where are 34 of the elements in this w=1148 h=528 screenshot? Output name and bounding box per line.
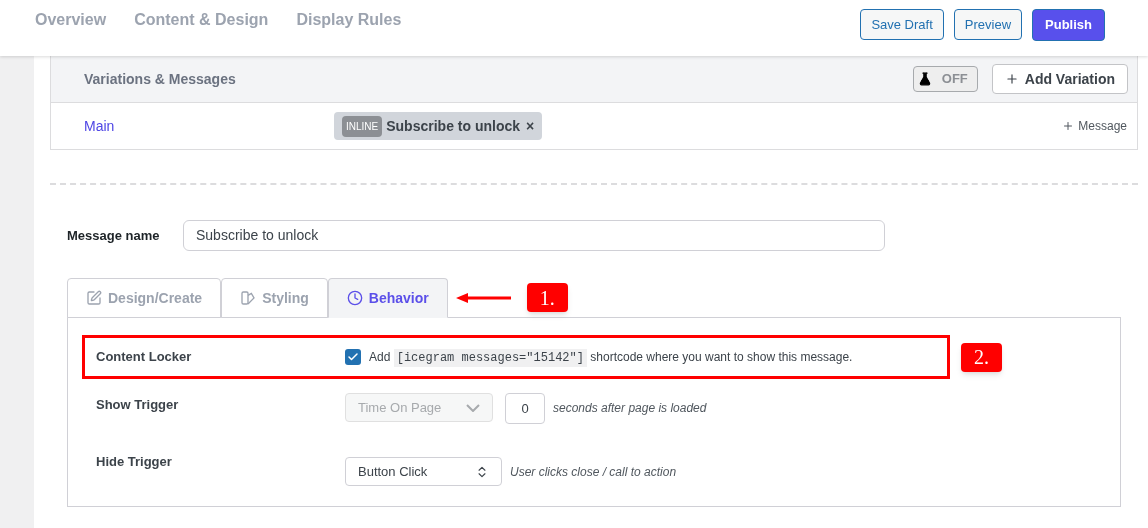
trigger-hint: seconds after page is loaded bbox=[553, 400, 707, 417]
type-badge: INLINE bbox=[342, 115, 383, 137]
action-button[interactable]: Preview bbox=[953, 9, 1023, 40]
message-chip[interactable]: INLINE Subscribe to unlock × bbox=[334, 112, 543, 140]
edit-icon bbox=[86, 290, 102, 306]
panel-title: Variations & Messages bbox=[84, 69, 236, 89]
plus-icon bbox=[1004, 72, 1019, 86]
message-name-field[interactable]: Subscribe to unlock bbox=[183, 220, 885, 251]
palette-card-icon bbox=[240, 290, 257, 306]
field-label: Message name bbox=[67, 226, 161, 245]
add-message-button[interactable]: Message bbox=[1062, 117, 1127, 135]
plus-icon bbox=[1062, 120, 1075, 132]
chevron-down-icon bbox=[466, 403, 480, 412]
annotation-label: 2. bbox=[961, 342, 1002, 372]
checkbox[interactable] bbox=[345, 349, 361, 365]
flask-icon bbox=[917, 72, 932, 86]
shortcode-instruction: Add [icegram messages="15142"] shortcode where you want to show this message. bbox=[369, 347, 853, 367]
add-variation-button[interactable]: Add Variation bbox=[991, 64, 1128, 94]
action-button[interactable]: Save Draft bbox=[860, 9, 944, 40]
annotation-arrow bbox=[455, 292, 511, 303]
clock-icon bbox=[346, 290, 363, 306]
message-label: Subscribe to unlock bbox=[386, 116, 521, 136]
remove-icon[interactable]: × bbox=[526, 115, 535, 137]
setting-label: Show Trigger bbox=[96, 396, 180, 414]
settings-tab[interactable]: Behavior bbox=[327, 278, 448, 318]
variation-link[interactable]: Main bbox=[84, 115, 334, 137]
check-icon bbox=[347, 351, 359, 363]
trigger-select[interactable]: Button Click bbox=[345, 457, 502, 486]
setting-label: Content Locker bbox=[96, 348, 193, 367]
trigger-hint: User clicks close / call to action bbox=[510, 464, 677, 481]
setting-label: Hide Trigger bbox=[96, 453, 173, 471]
ab-test-toggle[interactable]: OFF bbox=[912, 66, 978, 92]
annotation-label: 1. bbox=[526, 283, 568, 312]
action-button[interactable]: Publish bbox=[1032, 9, 1105, 41]
